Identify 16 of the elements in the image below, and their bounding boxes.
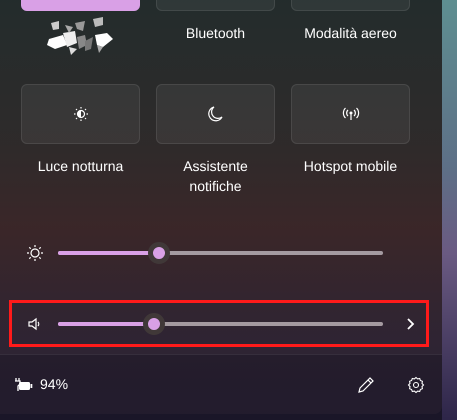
tile-label: Bluetooth (186, 24, 246, 43)
chevron-right-icon[interactable] (406, 316, 416, 330)
settings-icon[interactable] (407, 376, 425, 394)
battery-charging-icon (14, 378, 34, 392)
moon-icon (208, 105, 224, 123)
slider-thumb[interactable] (148, 242, 170, 264)
tile-label: Luce notturna (38, 157, 124, 176)
sun-moon-icon (72, 106, 88, 122)
tile-label: Hotspot mobile (304, 157, 398, 176)
hotspot-icon (342, 106, 360, 122)
tile-label: Assistente notifiche (182, 157, 249, 196)
battery-percentage: 94% (40, 375, 68, 394)
slider-thumb[interactable] (142, 312, 165, 334)
tile-label: Modalità aereo (304, 24, 397, 43)
edit-icon[interactable] (357, 376, 375, 394)
brightness-icon (26, 244, 44, 262)
